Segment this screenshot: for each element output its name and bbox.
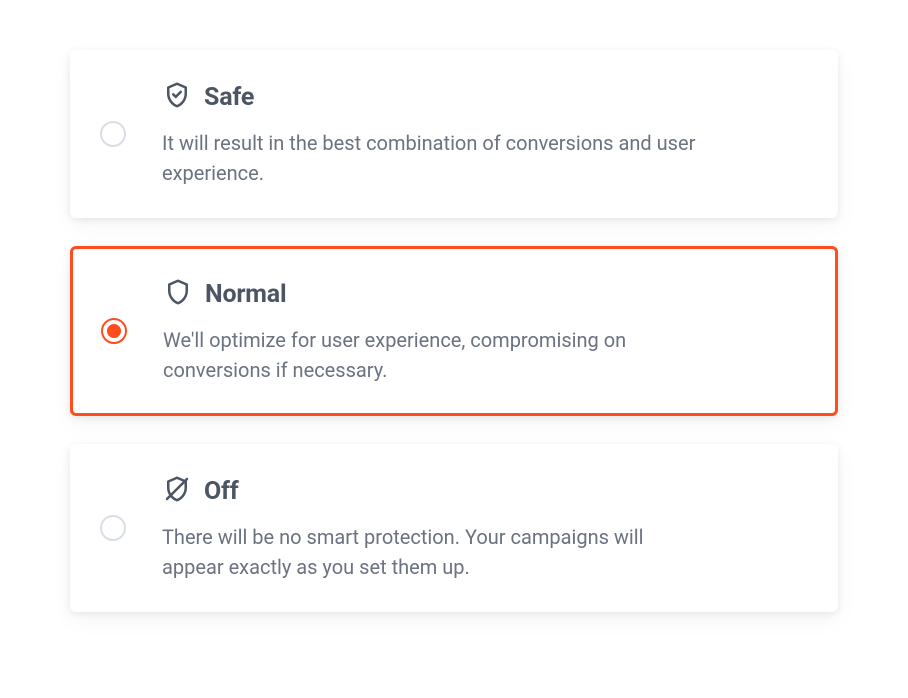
radio-column — [100, 121, 144, 147]
radio-dot — [107, 324, 121, 338]
option-title: Normal — [205, 280, 286, 309]
option-title-row: Safe — [162, 80, 804, 114]
option-title-row: Normal — [163, 277, 803, 311]
option-off[interactable]: Off There will be no smart protection. Y… — [70, 444, 838, 612]
option-title: Safe — [204, 83, 254, 112]
option-content: Off There will be no smart protection. Y… — [144, 474, 804, 582]
option-description: There will be no smart protection. Your … — [162, 522, 702, 582]
option-description: We'll optimize for user experience, comp… — [163, 325, 703, 385]
option-description: It will result in the best combination o… — [162, 128, 702, 188]
radio-normal[interactable] — [101, 318, 127, 344]
option-title: Off — [204, 477, 239, 506]
radio-off[interactable] — [100, 515, 126, 541]
radio-column — [100, 515, 144, 541]
option-safe[interactable]: Safe It will result in the best combinat… — [70, 50, 838, 218]
radio-column — [101, 318, 145, 344]
option-title-row: Off — [162, 474, 804, 508]
option-content: Safe It will result in the best combinat… — [144, 80, 804, 188]
protection-level-options: Safe It will result in the best combinat… — [70, 50, 838, 612]
shield-off-icon — [162, 474, 192, 508]
shield-check-icon — [162, 80, 192, 114]
option-normal[interactable]: Normal We'll optimize for user experienc… — [70, 246, 838, 416]
option-content: Normal We'll optimize for user experienc… — [145, 277, 803, 385]
shield-icon — [163, 277, 193, 311]
radio-safe[interactable] — [100, 121, 126, 147]
